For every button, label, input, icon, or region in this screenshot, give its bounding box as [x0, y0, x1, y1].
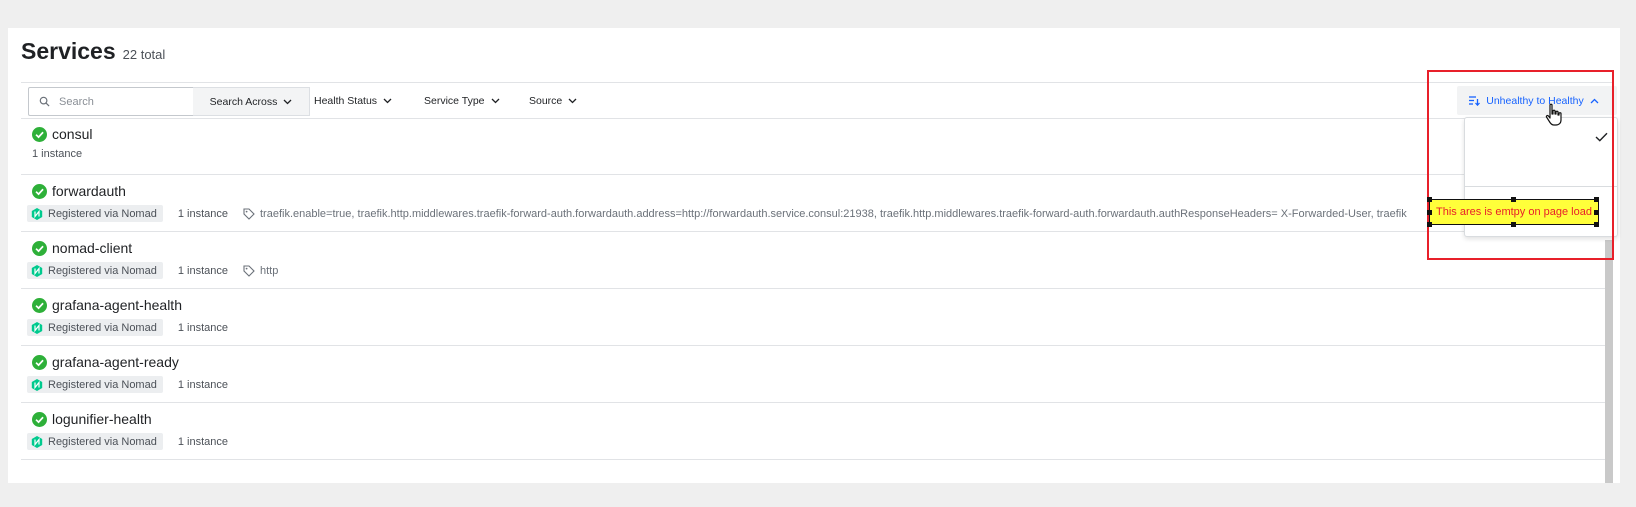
check-circle-icon	[32, 411, 47, 427]
sort-button[interactable]: Unhealthy to Healthy	[1457, 86, 1617, 115]
search-across-label: Search Across	[209, 95, 278, 108]
check-circle-icon	[32, 354, 47, 370]
health-status-filter[interactable]: Health Status	[314, 87, 392, 114]
instance-count: 1 instance	[177, 378, 228, 391]
service-name[interactable]: grafana-agent-ready	[52, 354, 179, 370]
service-row[interactable]: forwardauth Registered via Nomad 1 insta…	[21, 175, 1605, 232]
resize-handle	[1511, 222, 1516, 227]
resize-handle	[1594, 210, 1599, 215]
service-list: consul 1 instance forwardauth Registered…	[21, 118, 1605, 460]
tag-list: http	[260, 264, 279, 277]
chevron-down-icon	[491, 98, 499, 103]
service-type-filter[interactable]: Service Type	[424, 87, 500, 114]
page-header: Services 22 total	[21, 38, 165, 65]
search-box[interactable]	[28, 87, 194, 116]
source-label: Registered via Nomad	[48, 321, 157, 334]
service-type-label: Service Type	[424, 94, 485, 107]
nomad-icon	[31, 435, 43, 448]
source-filter[interactable]: Source	[529, 87, 577, 114]
tag-icon	[243, 264, 255, 277]
instance-count: 1 instance	[177, 321, 228, 334]
source-badge: Registered via Nomad	[27, 433, 163, 450]
chevron-down-icon	[383, 98, 392, 103]
sort-option-selected[interactable]	[1465, 118, 1617, 158]
sort-label: Unhealthy to Healthy	[1486, 94, 1584, 107]
source-label: Source	[529, 94, 563, 107]
source-badge: Registered via Nomad	[27, 262, 163, 279]
check-circle-icon	[32, 183, 47, 199]
service-tags: traefik.enable=true, traefik.http.middle…	[243, 208, 1407, 220]
resize-handle	[1427, 210, 1432, 215]
filter-toolbar: Search Across Health Status Service Type…	[21, 82, 1617, 119]
tag-icon	[243, 207, 255, 220]
chevron-up-icon	[1590, 98, 1599, 103]
source-label: Registered via Nomad	[48, 264, 157, 277]
source-badge: Registered via Nomad	[27, 205, 163, 222]
service-row[interactable]: consul 1 instance	[21, 118, 1605, 175]
service-name[interactable]: logunifier-health	[52, 411, 152, 427]
service-row[interactable]: logunifier-health Registered via Nomad 1…	[21, 403, 1605, 460]
instance-count: 1 instance	[177, 264, 228, 277]
sort-icon	[1469, 95, 1481, 106]
nomad-icon	[31, 264, 43, 277]
nomad-icon	[31, 378, 43, 391]
resize-handle	[1427, 197, 1432, 202]
service-row[interactable]: nomad-client Registered via Nomad 1 inst…	[21, 232, 1605, 289]
hand-cursor-icon	[1545, 103, 1562, 126]
scrollbar[interactable]	[1605, 240, 1613, 483]
nomad-icon	[31, 321, 43, 334]
search-across-dropdown[interactable]: Search Across	[193, 87, 310, 116]
chevron-down-icon	[283, 99, 292, 104]
menu-divider	[1465, 186, 1617, 187]
service-row[interactable]: grafana-agent-health Registered via Noma…	[21, 289, 1605, 346]
resize-handle	[1594, 222, 1599, 227]
resize-handle	[1427, 222, 1432, 227]
service-name[interactable]: forwardauth	[52, 183, 126, 199]
instance-count: 1 instance	[32, 148, 83, 160]
resize-handle	[1511, 197, 1516, 202]
annotation-text: This ares is emtpy on page load	[1436, 206, 1592, 218]
instance-count: 1 instance	[177, 435, 228, 448]
services-card: Services 22 total Search Across Health S…	[8, 28, 1620, 483]
resize-handle	[1594, 197, 1599, 202]
source-badge: Registered via Nomad	[27, 376, 163, 393]
page-title: Services	[21, 38, 116, 64]
service-name[interactable]: consul	[52, 126, 92, 142]
service-name[interactable]: grafana-agent-health	[52, 297, 182, 313]
source-label: Registered via Nomad	[48, 378, 157, 391]
tag-list: traefik.enable=true, traefik.http.middle…	[260, 207, 1407, 220]
health-status-label: Health Status	[314, 94, 378, 107]
check-circle-icon	[32, 240, 47, 256]
check-icon	[1595, 132, 1608, 142]
instance-count: 1 instance	[177, 207, 228, 220]
check-circle-icon	[32, 297, 47, 313]
nomad-icon	[31, 207, 43, 220]
search-input[interactable]	[57, 94, 181, 109]
service-name[interactable]: nomad-client	[52, 240, 132, 256]
check-circle-icon	[32, 126, 47, 142]
service-row[interactable]: grafana-agent-ready Registered via Nomad…	[21, 346, 1605, 403]
search-icon	[39, 96, 50, 107]
chevron-down-icon	[568, 98, 577, 103]
source-label: Registered via Nomad	[48, 435, 157, 448]
source-label: Registered via Nomad	[48, 207, 157, 220]
service-tags: http	[243, 265, 278, 277]
source-badge: Registered via Nomad	[27, 319, 163, 336]
total-count: 22 total	[122, 47, 166, 62]
